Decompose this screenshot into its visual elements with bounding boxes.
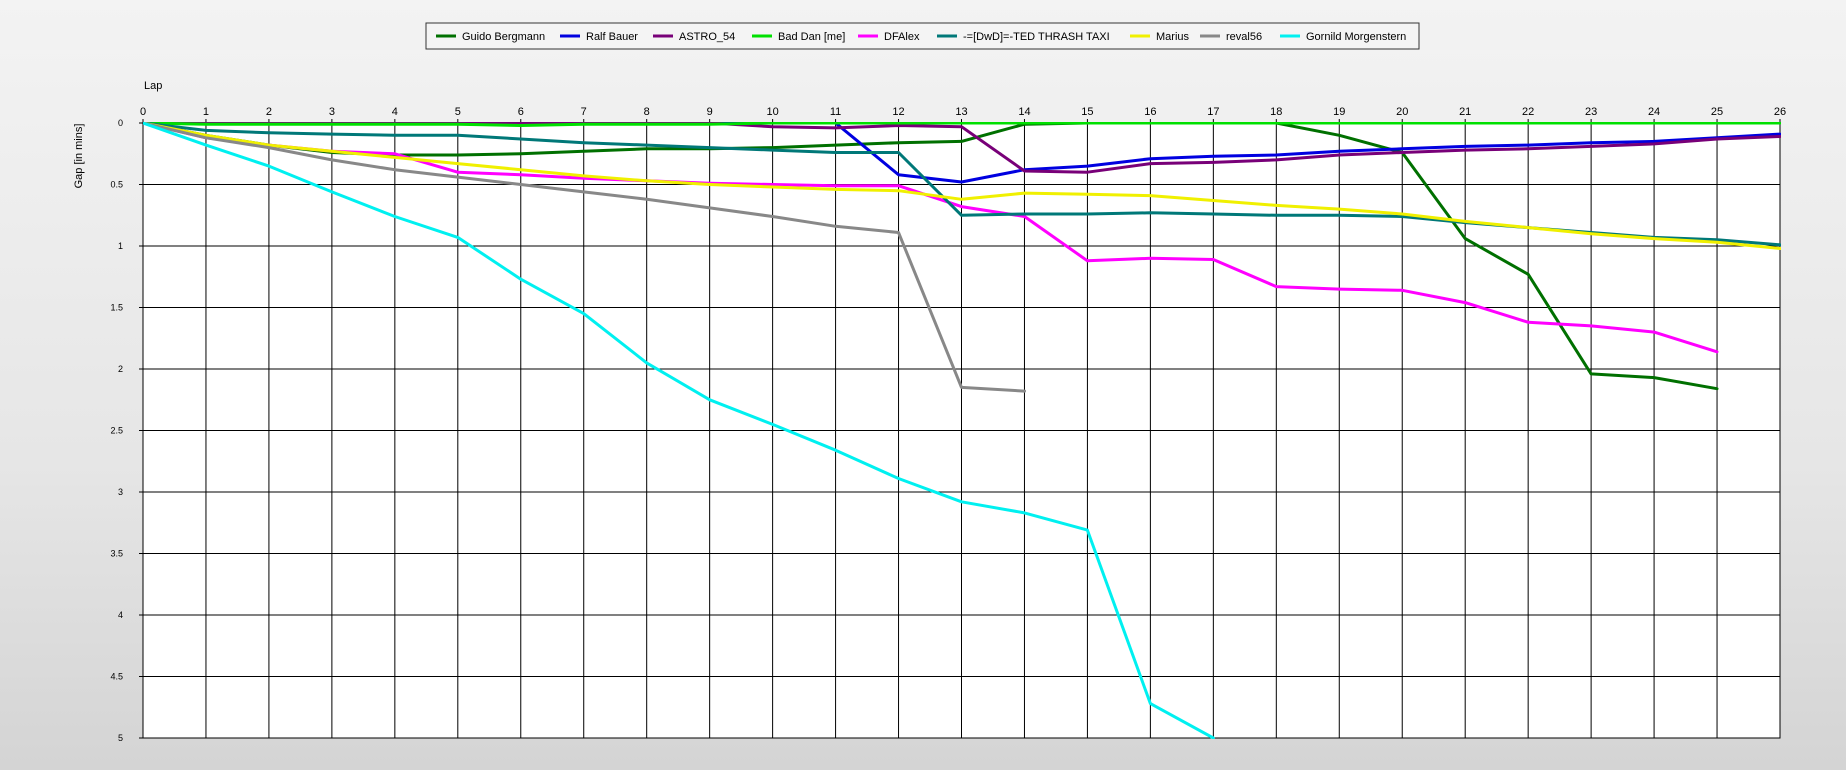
x-tick-label-17: 17 bbox=[1207, 106, 1219, 118]
x-tick-label-24: 24 bbox=[1648, 106, 1660, 118]
y-tick-label-2: 1 bbox=[118, 241, 123, 251]
y-tick-label-1: 0.5 bbox=[110, 180, 123, 190]
legend-label-3: Bad Dan [me] bbox=[778, 31, 845, 43]
x-tick-label-11: 11 bbox=[830, 106, 841, 118]
x-tick-label-13: 13 bbox=[955, 106, 967, 118]
x-tick-label-26: 26 bbox=[1774, 106, 1786, 118]
x-tick-label-12: 12 bbox=[892, 106, 904, 118]
x-tick-label-15: 15 bbox=[1081, 106, 1093, 118]
x-tick-label-4: 4 bbox=[392, 106, 398, 118]
x-tick-label-21: 21 bbox=[1459, 106, 1471, 118]
y-tick-label-4: 2 bbox=[118, 364, 123, 374]
x-tick-label-18: 18 bbox=[1270, 106, 1282, 118]
x-tick-label-10: 10 bbox=[766, 106, 778, 118]
legend-label-1: Ralf Bauer bbox=[586, 31, 638, 43]
y-axis-ticks: 0 0.5 1 1.5 2 2.5 3 3.5 4 4.5 5 bbox=[110, 118, 143, 743]
legend-label-6: Marius bbox=[1156, 31, 1190, 43]
x-tick-label-22: 22 bbox=[1522, 106, 1534, 118]
chart-svg: Guido Bergmann Ralf Bauer ASTRO_54 Bad Dan … bbox=[73, 22, 1786, 743]
legend-label-8: Gornild Morgenstern bbox=[1306, 31, 1406, 43]
legend-label-0: Guido Bergmann bbox=[462, 31, 545, 43]
legend-label-2: ASTRO_54 bbox=[679, 31, 735, 43]
x-axis-ticks: 0 1 2 3 4 5 6 7 8 9 10 11 12 13 14 15 16 17 18 19 20 21 22 23 24… bbox=[140, 106, 1786, 123]
legend-label-5: -=[DwD]=-TED THRASH TAXI bbox=[963, 31, 1110, 43]
x-tick-label-23: 23 bbox=[1585, 106, 1597, 118]
legend-label-4: DFAlex bbox=[884, 31, 920, 43]
x-tick-label-1: 1 bbox=[203, 106, 209, 118]
y-tick-label-10: 5 bbox=[118, 733, 123, 743]
x-tick-label-0: 0 bbox=[140, 106, 146, 118]
y-tick-label-8: 4 bbox=[118, 610, 123, 620]
x-tick-label-6: 6 bbox=[518, 106, 524, 118]
y-tick-label-3: 1.5 bbox=[110, 303, 123, 313]
y-tick-label-7: 3.5 bbox=[110, 549, 123, 559]
y-tick-label-6: 3 bbox=[118, 487, 123, 497]
x-axis-label: Lap bbox=[144, 80, 162, 92]
legend-label-7: reval56 bbox=[1226, 31, 1262, 43]
x-tick-label-5: 5 bbox=[455, 106, 461, 118]
y-tick-label-0: 0 bbox=[118, 118, 123, 128]
y-axis-label: Gap [in mins] bbox=[73, 124, 85, 189]
x-tick-label-20: 20 bbox=[1396, 106, 1408, 118]
y-tick-label-5: 2.5 bbox=[110, 426, 123, 436]
x-tick-label-2: 2 bbox=[266, 106, 272, 118]
x-tick-label-19: 19 bbox=[1333, 106, 1345, 118]
x-tick-label-25: 25 bbox=[1711, 106, 1723, 118]
x-tick-label-16: 16 bbox=[1144, 106, 1156, 118]
x-tick-label-14: 14 bbox=[1018, 106, 1030, 118]
y-tick-label-9: 4.5 bbox=[110, 672, 123, 682]
x-tick-label-9: 9 bbox=[707, 106, 713, 118]
x-tick-label-7: 7 bbox=[581, 106, 587, 118]
x-tick-label-3: 3 bbox=[329, 106, 335, 118]
legend: Guido Bergmann Ralf Bauer ASTRO_54 Bad Dan … bbox=[425, 22, 1420, 50]
x-tick-label-8: 8 bbox=[644, 106, 650, 118]
